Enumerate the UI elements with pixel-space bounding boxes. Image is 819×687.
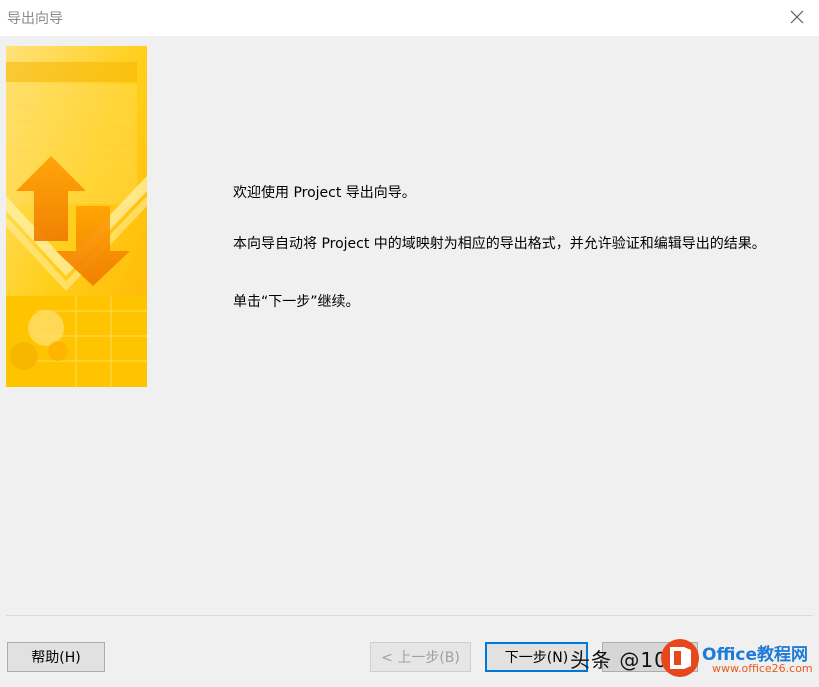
window-title: 导出向导 (7, 11, 63, 27)
arrows-graphic-icon (6, 46, 147, 387)
watermark-site: www.office26.com (712, 662, 813, 675)
instruction-text: 单击“下一步”继续。 (233, 294, 360, 310)
back-button[interactable]: < 上一步(B) (370, 642, 471, 672)
help-button[interactable]: 帮助(H) (7, 642, 105, 672)
export-wizard-window: 导出向导 欢迎使用 Project 导出向导。 本向导自动将 Project 中… (0, 0, 819, 687)
footer-divider (6, 615, 813, 616)
wizard-banner-image (6, 46, 147, 387)
welcome-text: 欢迎使用 Project 导出向导。 (233, 185, 416, 201)
close-button[interactable] (775, 0, 819, 34)
office-logo-icon (661, 639, 699, 677)
description-text: 本向导自动将 Project 中的域映射为相应的导出格式，并允许验证和编辑导出的… (233, 236, 766, 252)
title-bar: 导出向导 (0, 0, 819, 36)
close-icon (790, 10, 804, 24)
next-button[interactable]: 下一步(N) (485, 642, 588, 672)
